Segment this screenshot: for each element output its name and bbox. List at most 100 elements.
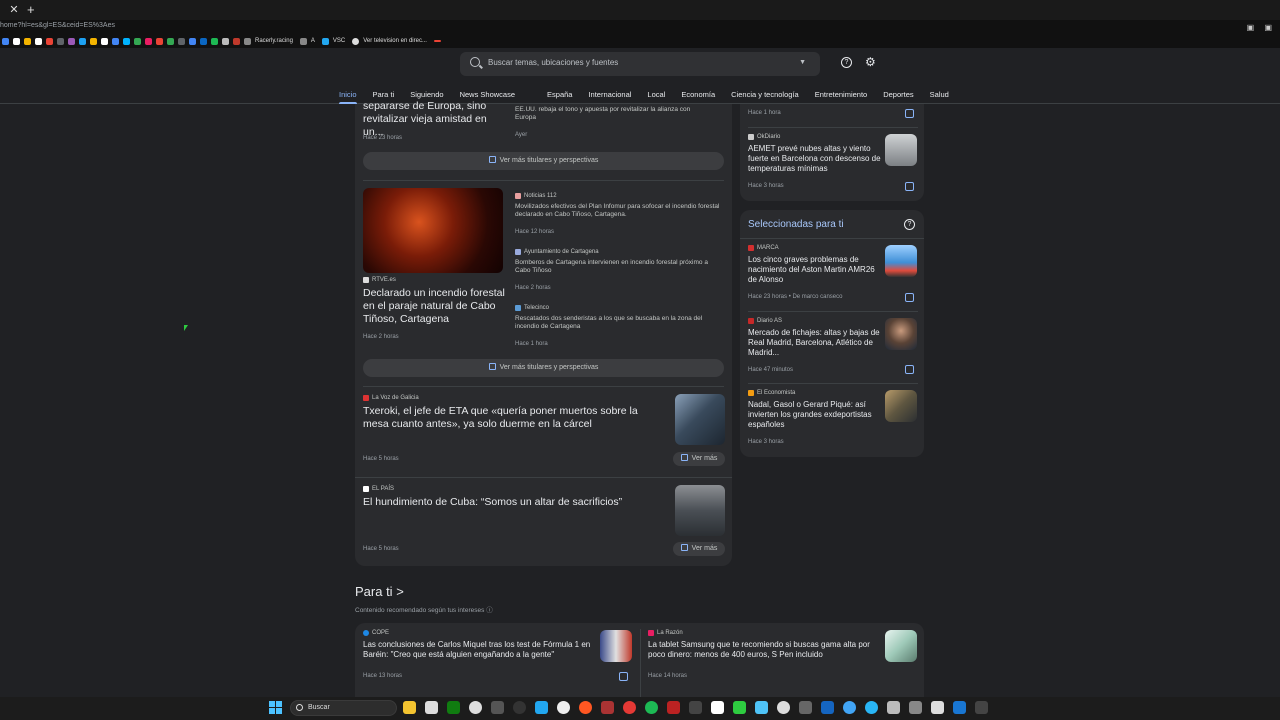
story-image[interactable] [885,318,917,350]
taskbar-search[interactable]: Buscar [290,700,397,716]
bookmark-icon[interactable] [68,37,75,45]
bookmark-icon[interactable] [35,37,42,45]
more-headlines-button[interactable]: Ver más titulares y perspectivas [363,152,724,170]
bookmark-icon[interactable] [156,37,163,45]
bookmark-label[interactable]: A [311,38,315,44]
story-image[interactable] [600,630,632,662]
url-text[interactable]: home?hl=es&gl=ES&ceid=ES%3Aes [0,22,115,29]
app-icon[interactable] [887,701,900,714]
bookmark-label[interactable]: Ver television en direc... [363,38,427,44]
start-icon[interactable] [269,701,282,714]
help-icon[interactable]: ? [841,57,852,68]
stack-icon[interactable] [905,182,914,191]
bookmark-icon[interactable] [433,40,441,42]
app-icon[interactable] [513,701,526,714]
folder-icon[interactable] [299,37,307,45]
story-image[interactable] [675,485,725,536]
card-title[interactable]: Seleccionadas para ti [748,219,844,230]
story-image[interactable] [885,390,917,422]
bookmark-icon[interactable] [24,37,31,45]
vscode-icon[interactable] [535,701,548,714]
tab-entretenimiento[interactable]: Entretenimiento [815,90,868,104]
see-more-button[interactable]: Ver más [673,452,725,466]
app-icon[interactable] [865,701,878,714]
stack-icon[interactable] [905,365,914,374]
story-title[interactable]: Nadal, Gasol o Gerard Piqué: así inviert… [748,400,883,430]
bookmark-icon[interactable] [189,37,196,45]
app-icon[interactable] [799,701,812,714]
bookmark-icon[interactable] [79,37,86,45]
app-icon[interactable] [667,701,680,714]
bookmark-icon[interactable] [101,37,108,45]
app-icon[interactable] [931,701,944,714]
help-icon[interactable]: ⓘ [486,607,493,614]
section-title[interactable]: Para ti > [355,584,404,599]
story-title[interactable]: Declarado un incendio forestal en el par… [363,287,508,326]
stack-icon[interactable] [905,109,914,118]
related-story[interactable]: Movilizados efectivos del Plan Infomur p… [515,203,725,219]
stack-icon[interactable] [905,293,914,302]
bookmark-icon[interactable] [13,37,20,45]
see-more-button[interactable]: Ver más [673,542,725,556]
spotify-icon[interactable] [645,701,658,714]
app-icon[interactable] [777,701,790,714]
story-image[interactable] [885,245,917,277]
bookmark-icon[interactable] [167,37,174,45]
close-tab-icon[interactable]: ✕ [6,3,22,17]
tab-local[interactable]: Local [647,90,665,104]
story-title[interactable]: Mercado de fichajes: altas y bajas de Re… [748,328,883,358]
bookmark-icon[interactable] [134,37,141,45]
app-icon[interactable] [579,701,592,714]
chrome-icon[interactable] [469,701,482,714]
story-title[interactable]: El hundimiento de Cuba: “Somos un altar … [363,496,663,509]
bookmark-icon[interactable] [222,37,229,45]
fire-image[interactable] [363,188,503,273]
bookmark-icon[interactable] [90,37,97,45]
app-icon[interactable] [689,701,702,714]
related-story[interactable]: Bomberos de Cartagena intervienen en inc… [515,259,725,275]
app-icon[interactable] [975,701,988,714]
bookmark-icon[interactable] [57,37,64,45]
bookmark-icon[interactable] [211,37,218,45]
story-title[interactable]: separarse de Europa, sino revitalizar vi… [363,100,508,139]
story-title[interactable]: La tablet Samsung que te recomiendo si b… [648,640,880,660]
bookmark-icon[interactable] [123,37,130,45]
bookmark-icon[interactable] [112,37,119,45]
search-input[interactable]: Buscar temas, ubicaciones y fuentes [488,58,618,67]
stack-icon[interactable] [619,672,628,681]
chevron-down-icon[interactable]: ▼ [799,59,806,66]
opera-icon[interactable] [623,701,636,714]
tab-economia[interactable]: Economía [681,90,715,104]
related-story[interactable]: Rescatados dos senderistas a los que se … [515,315,725,331]
xbox-icon[interactable] [447,701,460,714]
bookmark-icon[interactable] [46,37,53,45]
bookmark-label[interactable]: Racerly.racing [255,38,293,44]
app-icon[interactable] [953,701,966,714]
bookmark-icon[interactable] [145,37,152,45]
address-bar[interactable]: home?hl=es&gl=ES&ceid=ES%3Aes ▣ ▣ [0,20,1280,34]
story-title[interactable]: Txeroki, el jefe de ETA que «quería pone… [363,405,663,431]
vscode-icon[interactable] [321,37,329,45]
tab-internacional[interactable]: Internacional [588,90,631,104]
app-icon[interactable] [909,701,922,714]
search-bar[interactable]: Buscar temas, ubicaciones y fuentes ▼ [460,52,820,76]
steam-icon[interactable] [821,701,834,714]
file-explorer-icon[interactable] [403,701,416,714]
app-icon[interactable] [491,701,504,714]
bookmark-icon[interactable] [233,37,240,45]
more-headlines-button[interactable]: Ver más titulares y perspectivas [363,359,724,377]
app-icon[interactable] [711,701,724,714]
tab-inicio[interactable]: Inicio [339,90,357,104]
globe-icon[interactable] [352,37,360,45]
app-icon[interactable] [755,701,768,714]
story-title[interactable]: AEMET prevé nubes altas y viento fuerte … [748,144,883,174]
bookmark-icon[interactable] [200,37,207,45]
help-icon[interactable]: ? [904,219,915,230]
app-icon[interactable] [557,701,570,714]
tab-deportes[interactable]: Deportes [883,90,913,104]
app-icon[interactable] [733,701,746,714]
bookmark-icon[interactable] [178,37,185,45]
tab-ciencia[interactable]: Ciencia y tecnología [731,90,799,104]
bookmark-icon[interactable] [2,37,9,45]
story-title[interactable]: Las conclusiones de Carlos Miquel tras l… [363,640,595,660]
